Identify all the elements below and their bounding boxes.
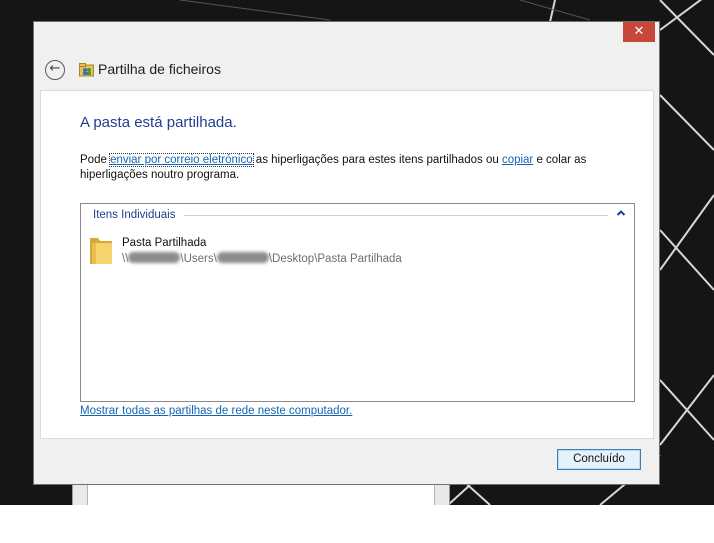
arrow-left-icon: ←	[49, 61, 61, 76]
close-button[interactable]: ✕	[623, 22, 655, 42]
paragraph-text-middle: as hiperligações para estes itens partil…	[252, 154, 502, 166]
chevron-up-icon[interactable]	[615, 207, 627, 219]
folder-icon	[90, 238, 112, 264]
show-all-shares-link[interactable]: Mostrar todas as partilhas de rede neste…	[80, 405, 352, 417]
email-link[interactable]: enviar por correio eletrónico	[109, 153, 254, 167]
window-title: Partilha de ficheiros	[98, 61, 221, 77]
copy-link[interactable]: copiar	[502, 154, 533, 166]
group-header-label[interactable]: Itens Individuais	[93, 209, 175, 221]
background-window-pane	[87, 484, 435, 505]
screen-bottom-area	[0, 505, 714, 543]
file-sharing-dialog: ✕ ← Partilha de ficheiros A pasta está p…	[33, 21, 660, 485]
background-window	[72, 484, 450, 505]
content-panel: A pasta está partilhada. Pode enviar por…	[40, 90, 654, 438]
group-divider	[184, 215, 608, 216]
shared-items-list: Itens Individuais Pasta Partilhada \\ \Us…	[80, 203, 635, 402]
redacted-text	[128, 252, 181, 263]
instructions-paragraph: Pode enviar por correio eletrónico as hi…	[80, 153, 620, 183]
list-item-path: \\ \Users\ \Desktop\Pasta Partilhada	[122, 252, 402, 265]
share-folder-icon	[79, 63, 94, 77]
path-middle: \Users\	[180, 253, 217, 265]
page-heading: A pasta está partilhada.	[80, 114, 237, 131]
dialog-footer: Concluído	[40, 438, 654, 479]
close-icon: ✕	[633, 24, 645, 39]
done-button[interactable]: Concluído	[557, 449, 641, 470]
paragraph-text-start: Pode	[80, 154, 111, 166]
redacted-text	[216, 252, 269, 263]
path-suffix: \Desktop\Pasta Partilhada	[268, 253, 402, 265]
back-button[interactable]: ←	[45, 60, 65, 80]
list-item-name[interactable]: Pasta Partilhada	[122, 237, 206, 249]
